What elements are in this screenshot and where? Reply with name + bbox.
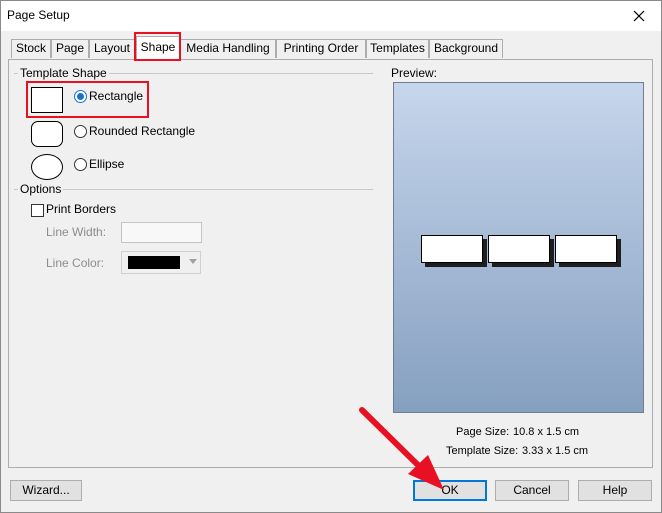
rounded-rectangle-label[interactable]: Rounded Rectangle bbox=[89, 124, 195, 138]
line-width-label: Line Width: bbox=[46, 225, 107, 239]
tab-media-handling[interactable]: Media Handling bbox=[180, 39, 276, 58]
tab-templates[interactable]: Templates bbox=[366, 39, 429, 58]
wizard-button[interactable]: Wizard... bbox=[10, 480, 82, 501]
rectangle-radio[interactable] bbox=[74, 90, 87, 103]
template-size-label: Template Size: bbox=[446, 445, 519, 457]
options-group-label: Options bbox=[18, 182, 64, 196]
ellipse-shape-icon bbox=[31, 154, 63, 180]
ellipse-radio[interactable] bbox=[74, 158, 87, 171]
tab-background[interactable]: Background bbox=[429, 39, 503, 58]
title-bar: Page Setup bbox=[1, 1, 661, 31]
rectangle-shape-icon bbox=[31, 87, 63, 113]
page-size-label: Page Size: bbox=[456, 426, 510, 438]
template-size-value: 3.33 x 1.5 cm bbox=[522, 445, 589, 457]
close-icon bbox=[633, 10, 645, 22]
print-borders-checkbox[interactable] bbox=[31, 204, 44, 217]
tab-page[interactable]: Page bbox=[51, 39, 89, 58]
page-size-value: 10.8 x 1.5 cm bbox=[513, 426, 580, 438]
tab-printing-order[interactable]: Printing Order bbox=[276, 39, 366, 58]
line-color-swatch bbox=[128, 256, 180, 269]
tab-layout[interactable]: Layout bbox=[89, 39, 135, 58]
preview-label: Preview: bbox=[391, 66, 438, 80]
template-shape-group-label: Template Shape bbox=[18, 66, 109, 80]
rounded-rectangle-shape-icon bbox=[31, 121, 63, 147]
rectangle-label[interactable]: Rectangle bbox=[89, 89, 143, 103]
help-button[interactable]: Help bbox=[578, 480, 652, 501]
ellipse-label[interactable]: Ellipse bbox=[89, 157, 124, 171]
close-button[interactable] bbox=[617, 1, 661, 31]
chevron-down-icon bbox=[189, 259, 197, 264]
window-title: Page Setup bbox=[7, 8, 70, 22]
tab-stock[interactable]: Stock bbox=[11, 39, 51, 58]
line-width-input[interactable] bbox=[121, 222, 202, 243]
preview-template-1 bbox=[421, 235, 483, 263]
cancel-button[interactable]: Cancel bbox=[495, 480, 569, 501]
print-borders-label[interactable]: Print Borders bbox=[46, 202, 116, 216]
preview-template-2 bbox=[488, 235, 550, 263]
options-group-line bbox=[14, 189, 373, 190]
line-color-label: Line Color: bbox=[46, 256, 105, 270]
tab-shape[interactable]: Shape bbox=[136, 36, 180, 60]
rounded-rectangle-radio[interactable] bbox=[74, 125, 87, 138]
line-color-dropdown[interactable] bbox=[121, 251, 201, 274]
preview-template-3 bbox=[555, 235, 617, 263]
ok-button[interactable]: OK bbox=[413, 480, 487, 501]
